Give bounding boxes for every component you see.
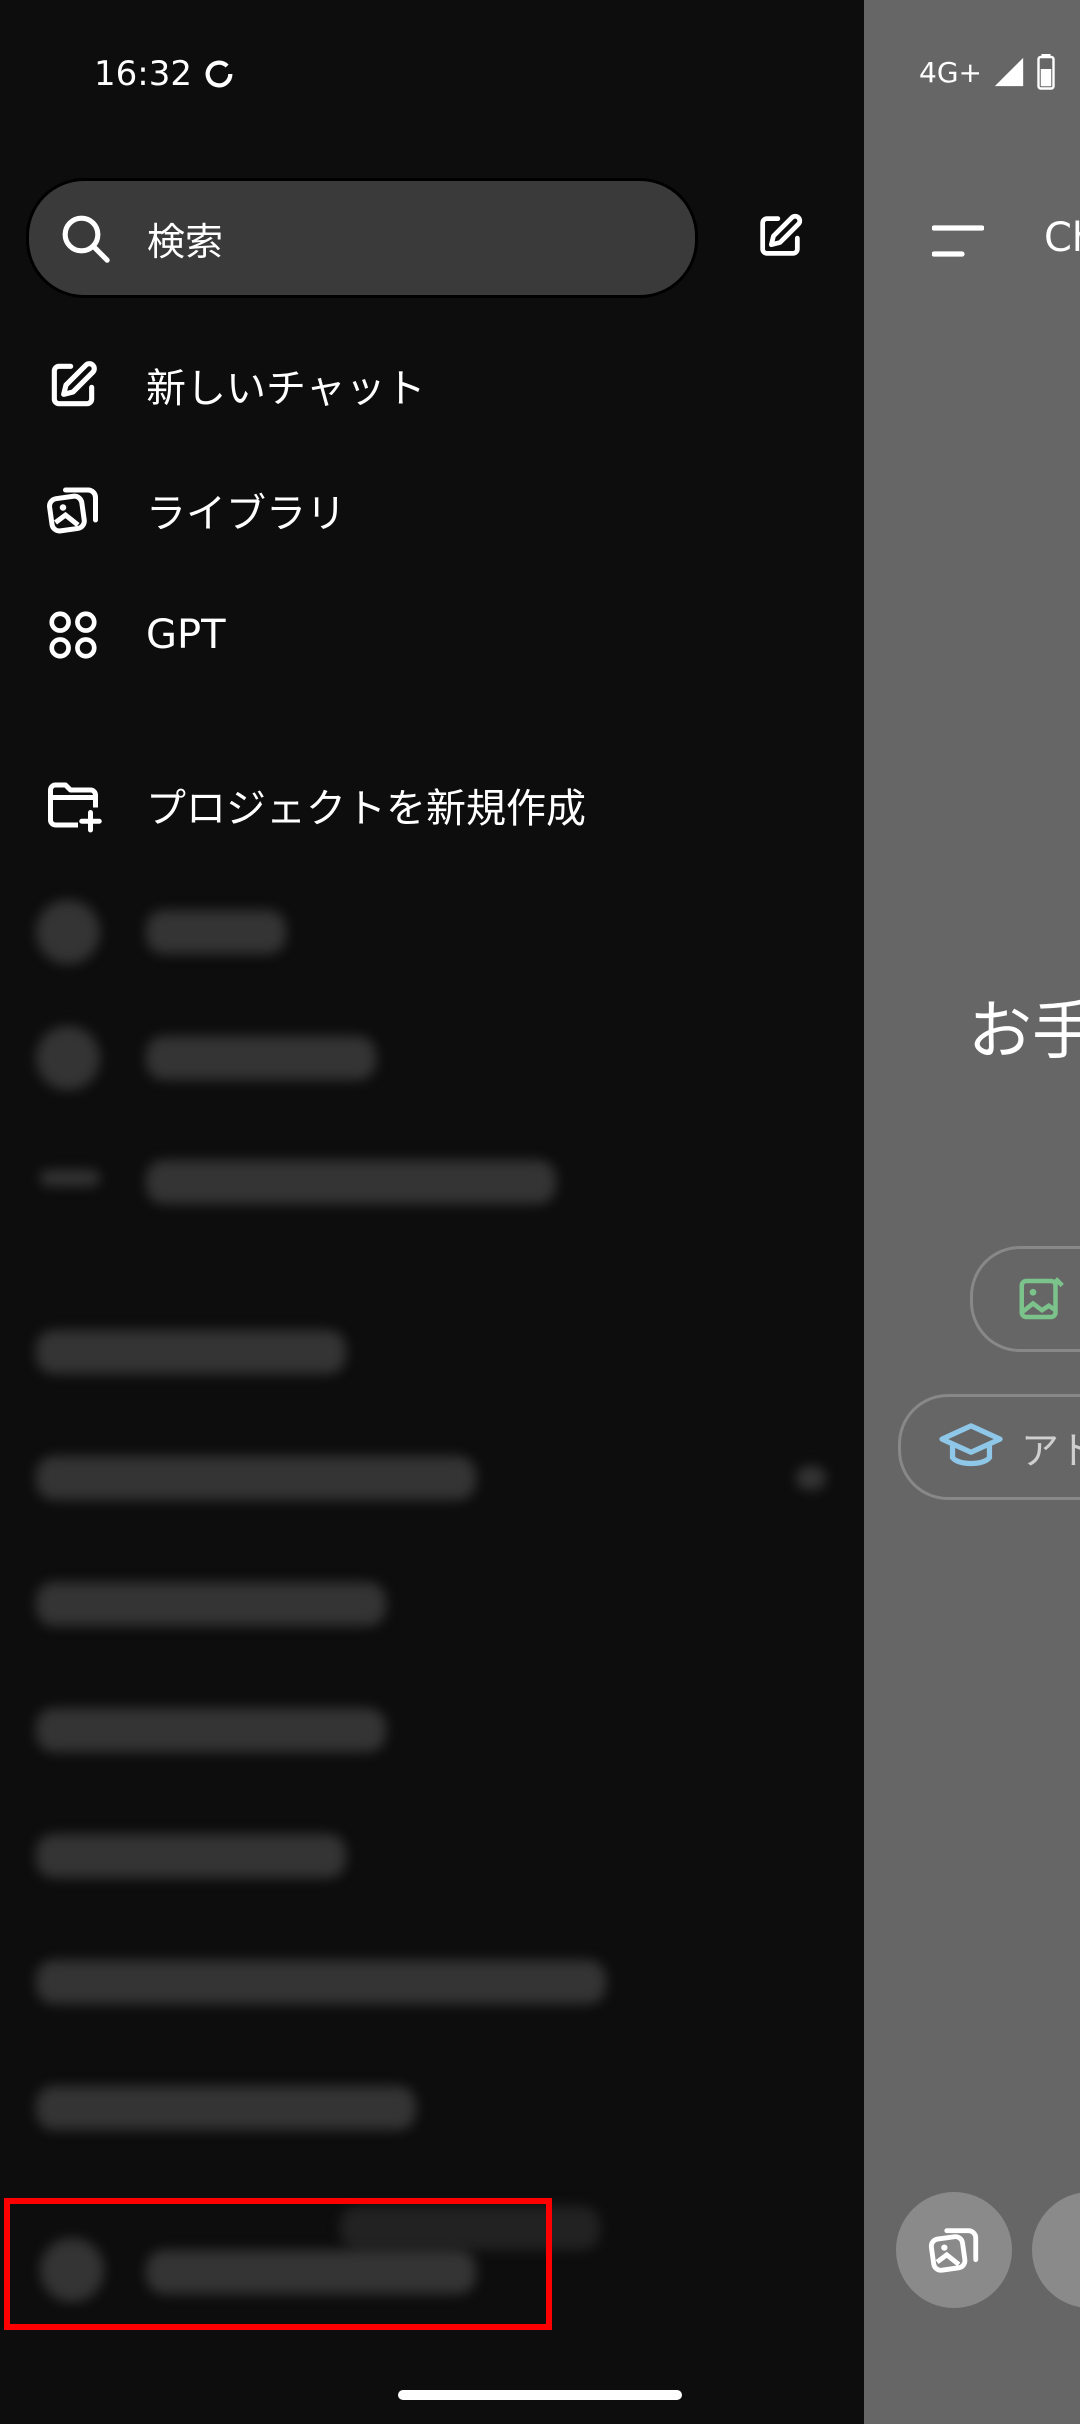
blurred-more-icon: [40, 1170, 100, 1186]
graduation-cap-icon: [939, 1423, 1003, 1467]
menu-icon[interactable]: [932, 222, 984, 262]
blurred-history-badge: [796, 1466, 826, 1490]
home-indicator: [398, 2390, 682, 2400]
compose-icon[interactable]: [754, 210, 806, 262]
search-placeholder: 検索: [147, 219, 224, 264]
blurred-history-item[interactable]: [36, 1456, 476, 1500]
blurred-project-item[interactable]: [146, 1160, 556, 1204]
side-drawer: 16:32 検索 新しいチャット ライブラリ GPT プロジェクトを新規作成: [0, 0, 864, 2424]
status-icons: 4G+: [919, 54, 1056, 90]
main-heading: お手: [968, 995, 1080, 1069]
signal-icon: [994, 57, 1024, 87]
secondary-bottom-button[interactable]: [1032, 2192, 1080, 2308]
menu-label-library: ライブラリ: [146, 491, 346, 537]
menu-label-gpt: GPT: [146, 612, 226, 658]
search-icon: [62, 215, 110, 263]
blurred-history-item[interactable]: [36, 2086, 416, 2130]
folder-plus-icon: [48, 782, 102, 833]
menu-item-gpt[interactable]: GPT: [40, 602, 226, 668]
menu-item-new-chat[interactable]: 新しいチャット: [40, 352, 426, 418]
blurred-project-icon: [36, 900, 100, 964]
menu-item-library[interactable]: ライブラリ: [40, 477, 346, 543]
blurred-history-item[interactable]: [36, 1582, 386, 1626]
image-edit-icon: [1019, 1277, 1064, 1320]
suggestion-pill-advice[interactable]: アト: [898, 1394, 1080, 1500]
blurred-project-item[interactable]: [146, 1036, 376, 1080]
network-label: 4G+: [919, 55, 982, 89]
status-time: 16:32: [94, 54, 236, 94]
menu-label-new-chat: 新しいチャット: [146, 366, 426, 412]
suggestion-pill-advice-label: アト: [1021, 1428, 1080, 1473]
blurred-history-item[interactable]: [36, 1960, 606, 2004]
main-title: Ch: [1044, 215, 1080, 261]
menu-item-new-project[interactable]: プロジェクトを新規作成: [40, 772, 586, 838]
menu-label-new-project: プロジェクトを新規作成: [146, 786, 586, 832]
search-field[interactable]: 検索: [26, 178, 698, 298]
blurred-project-item[interactable]: [146, 910, 286, 954]
grid-dots-icon: [49, 611, 97, 659]
blurred-history-item[interactable]: [36, 1330, 346, 1374]
attach-image-button[interactable]: [896, 2192, 1012, 2308]
blurred-project-icon: [36, 1026, 100, 1090]
image-stack-icon: [47, 487, 98, 534]
highlight-box: [4, 2198, 552, 2330]
blurred-history-item[interactable]: [36, 1708, 386, 1752]
sync-icon: [205, 60, 233, 88]
image-stack-icon: [928, 2228, 979, 2273]
battery-icon: [1037, 54, 1055, 90]
main-panel[interactable]: 4G+ Ch お手 アト: [864, 0, 1080, 2424]
suggestion-pill-image[interactable]: [970, 1246, 1080, 1352]
edit-icon: [51, 361, 97, 407]
blurred-history-item[interactable]: [36, 1834, 346, 1878]
